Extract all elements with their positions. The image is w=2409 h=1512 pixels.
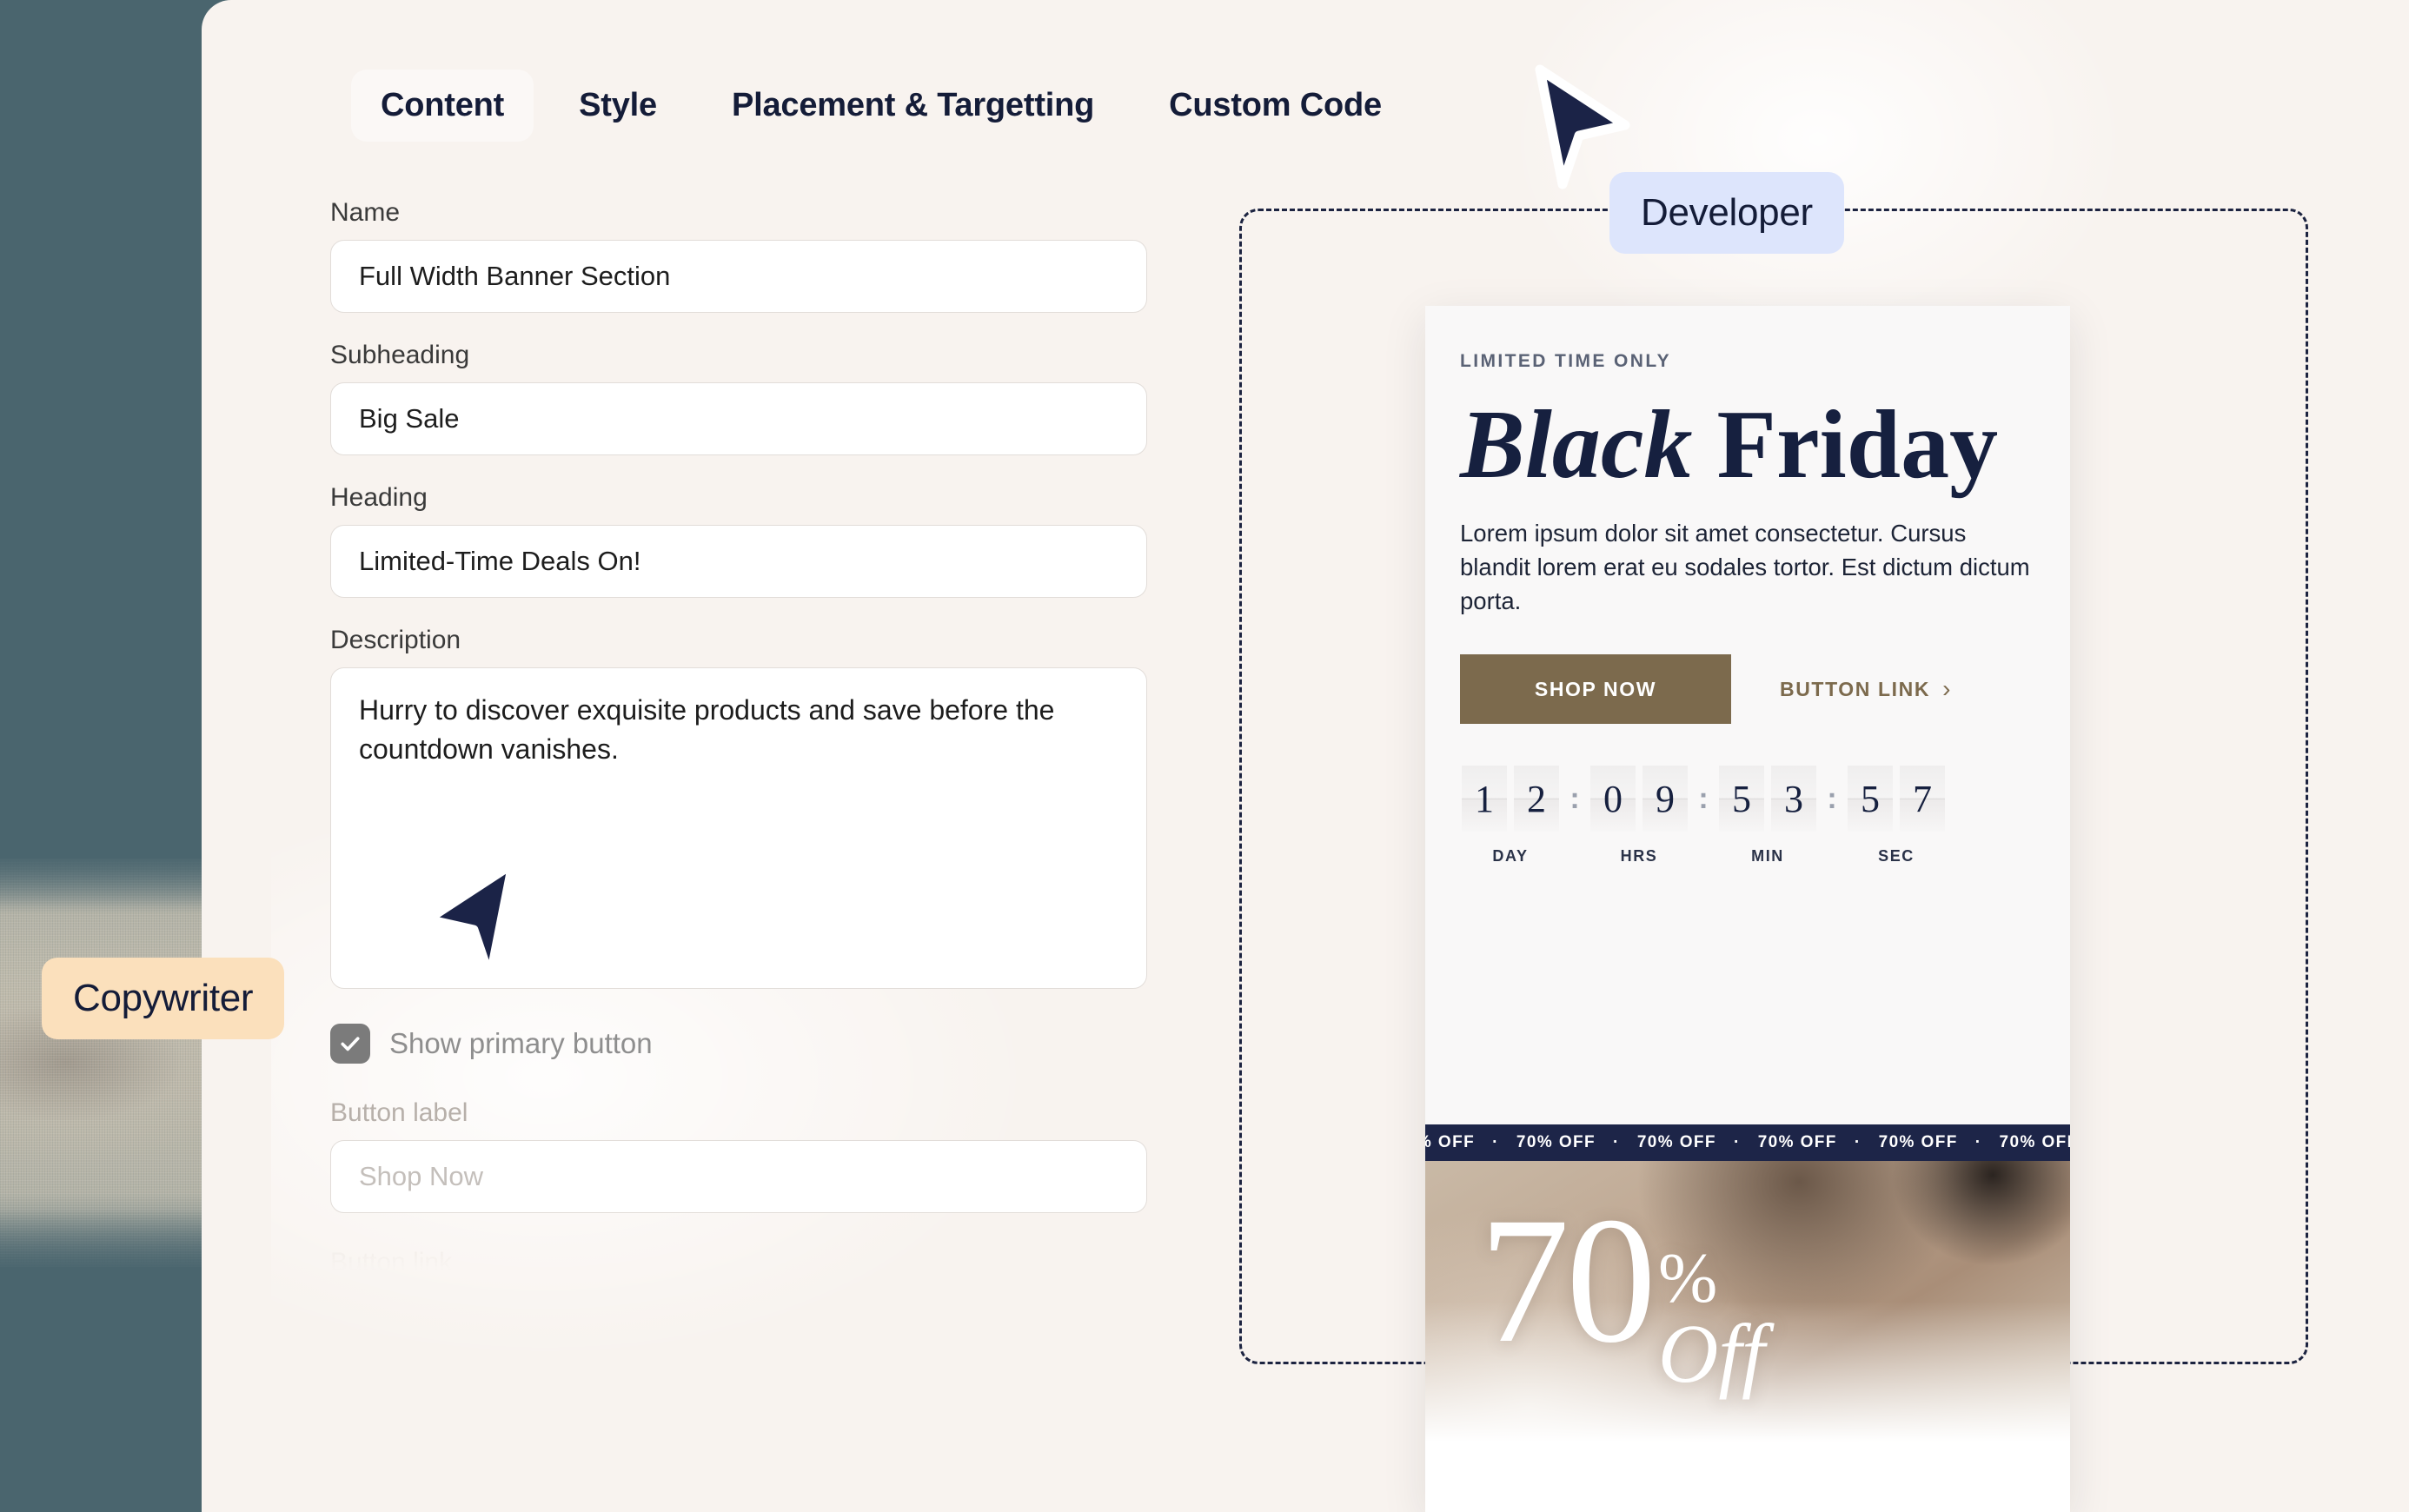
role-badge-copywriter: Copywriter xyxy=(42,958,285,1039)
countdown-group-day: 1 2 DAY xyxy=(1462,766,1559,865)
show-primary-button-row[interactable]: Show primary button xyxy=(330,1024,1199,1064)
countdown-separator: : xyxy=(1570,782,1580,816)
marquee-item: 70% OFF · xyxy=(1516,1133,1637,1151)
button-label-input[interactable] xyxy=(330,1140,1147,1213)
countdown-digit: 0 xyxy=(1590,766,1636,832)
field-button-label: Button label xyxy=(330,1098,1199,1213)
countdown-group-hrs: 0 9 HRS xyxy=(1590,766,1688,865)
countdown-digit: 5 xyxy=(1719,766,1764,832)
discount-marquee: 70% OFF · 70% OFF · 70% OFF · 70% OFF · … xyxy=(1425,1124,2070,1161)
discount-marquee-track: 70% OFF · 70% OFF · 70% OFF · 70% OFF · … xyxy=(1425,1133,2070,1152)
hero-product-photo: 70 % Off xyxy=(1425,1161,2070,1512)
field-subheading: Subheading xyxy=(330,341,1199,455)
countdown-digit: 1 xyxy=(1462,766,1507,832)
banner-eyebrow-text: LIMITED TIME ONLY xyxy=(1460,351,1672,371)
background-band-fade-bottom xyxy=(0,1210,219,1272)
countdown-digits-hrs: 0 9 xyxy=(1590,766,1688,832)
show-primary-button-checkbox[interactable] xyxy=(330,1024,370,1064)
countdown-digit: 3 xyxy=(1771,766,1816,832)
banner-title-regular: Friday xyxy=(1716,391,1999,499)
button-link-label: BUTTON LINK xyxy=(1780,677,1931,700)
content-form: Name Subheading Heading Description Hurr… xyxy=(330,198,1199,1277)
hero-discount-number: 70 xyxy=(1479,1180,1656,1380)
show-primary-button-label: Show primary button xyxy=(389,1027,653,1059)
hero-percent-sign: % xyxy=(1658,1238,1718,1317)
section-editor-card: Content Style Placement & Targetting Cus… xyxy=(202,0,2409,1512)
banner-description: Lorem ipsum dolor sit amet consectetur. … xyxy=(1460,520,2030,615)
editor-tab-bar: Content Style Placement & Targetting Cus… xyxy=(351,70,1411,142)
name-label: Name xyxy=(330,198,401,227)
countdown-separator: : xyxy=(1827,782,1837,816)
hero-discount-suffix: % Off xyxy=(1658,1238,1765,1400)
countdown-digit: 9 xyxy=(1642,766,1688,832)
description-textarea[interactable]: Hurry to discover exquisite products and… xyxy=(330,667,1147,989)
button-link-cta[interactable]: BUTTON LINK › xyxy=(1780,675,1952,703)
countdown-group-min: 5 3 MIN xyxy=(1719,766,1816,865)
countdown-digits-day: 1 2 xyxy=(1462,766,1559,832)
countdown-digit: 2 xyxy=(1514,766,1559,832)
heading-input[interactable] xyxy=(330,525,1147,598)
description-label: Description xyxy=(330,626,461,654)
subheading-input[interactable] xyxy=(330,382,1147,455)
name-input[interactable] xyxy=(330,240,1147,313)
banner-preview-card: LIMITED TIME ONLY Black Friday Lorem ips… xyxy=(1425,306,2070,1512)
countdown-label-hrs: HRS xyxy=(1620,847,1658,865)
hero-off-word: Off xyxy=(1658,1306,1765,1400)
shop-now-button[interactable]: SHOP NOW xyxy=(1460,654,1731,725)
tab-custom-code[interactable]: Custom Code xyxy=(1139,70,1411,142)
button-label-label: Button label xyxy=(330,1098,468,1127)
hero-discount-overlay: 70 % Off xyxy=(1479,1180,1765,1400)
field-heading: Heading xyxy=(330,483,1199,598)
field-description: Description Hurry to discover exquisite … xyxy=(330,626,1199,989)
background-texture-band xyxy=(0,859,219,1267)
countdown-group-sec: 5 7 SEC xyxy=(1848,766,1945,865)
marquee-item: 70% OFF · xyxy=(1636,1133,1758,1151)
check-icon xyxy=(341,1037,360,1051)
tab-style[interactable]: Style xyxy=(549,70,687,142)
banner-title-italic: Black xyxy=(1460,391,1693,499)
countdown-label-min: MIN xyxy=(1751,847,1784,865)
field-name: Name xyxy=(330,198,1199,313)
countdown-digit: 5 xyxy=(1848,766,1893,832)
banner-content: LIMITED TIME ONLY Black Friday Lorem ips… xyxy=(1425,306,2070,865)
button-link-label-faded: Button link xyxy=(330,1248,453,1277)
countdown-digit: 7 xyxy=(1900,766,1945,832)
marquee-item: 70% OFF · xyxy=(1999,1133,2070,1151)
background-band-fade-top xyxy=(0,852,219,914)
countdown-separator: : xyxy=(1698,782,1709,816)
marquee-item: 70% OFF · xyxy=(1425,1133,1499,1151)
tab-placement-targetting[interactable]: Placement & Targetting xyxy=(702,70,1124,142)
countdown-label-sec: SEC xyxy=(1878,847,1915,865)
banner-title: Black Friday xyxy=(1460,396,2035,494)
countdown-digits-min: 5 3 xyxy=(1719,766,1816,832)
role-badge-developer: Developer xyxy=(1609,172,1844,254)
chevron-right-icon: › xyxy=(1942,675,1952,703)
countdown-digits-sec: 5 7 xyxy=(1848,766,1945,832)
countdown-label-day: DAY xyxy=(1492,847,1529,865)
marquee-item: 70% OFF · xyxy=(1757,1133,1879,1151)
heading-label: Heading xyxy=(330,483,428,512)
countdown-timer: 1 2 DAY : 0 9 HRS : 5 3 MIN: 5 7 SEC xyxy=(1460,766,2035,865)
subheading-label: Subheading xyxy=(330,341,470,369)
banner-action-row: SHOP NOW BUTTON LINK › xyxy=(1460,654,2035,725)
tab-content[interactable]: Content xyxy=(351,70,534,142)
marquee-item: 70% OFF · xyxy=(1878,1133,2000,1151)
